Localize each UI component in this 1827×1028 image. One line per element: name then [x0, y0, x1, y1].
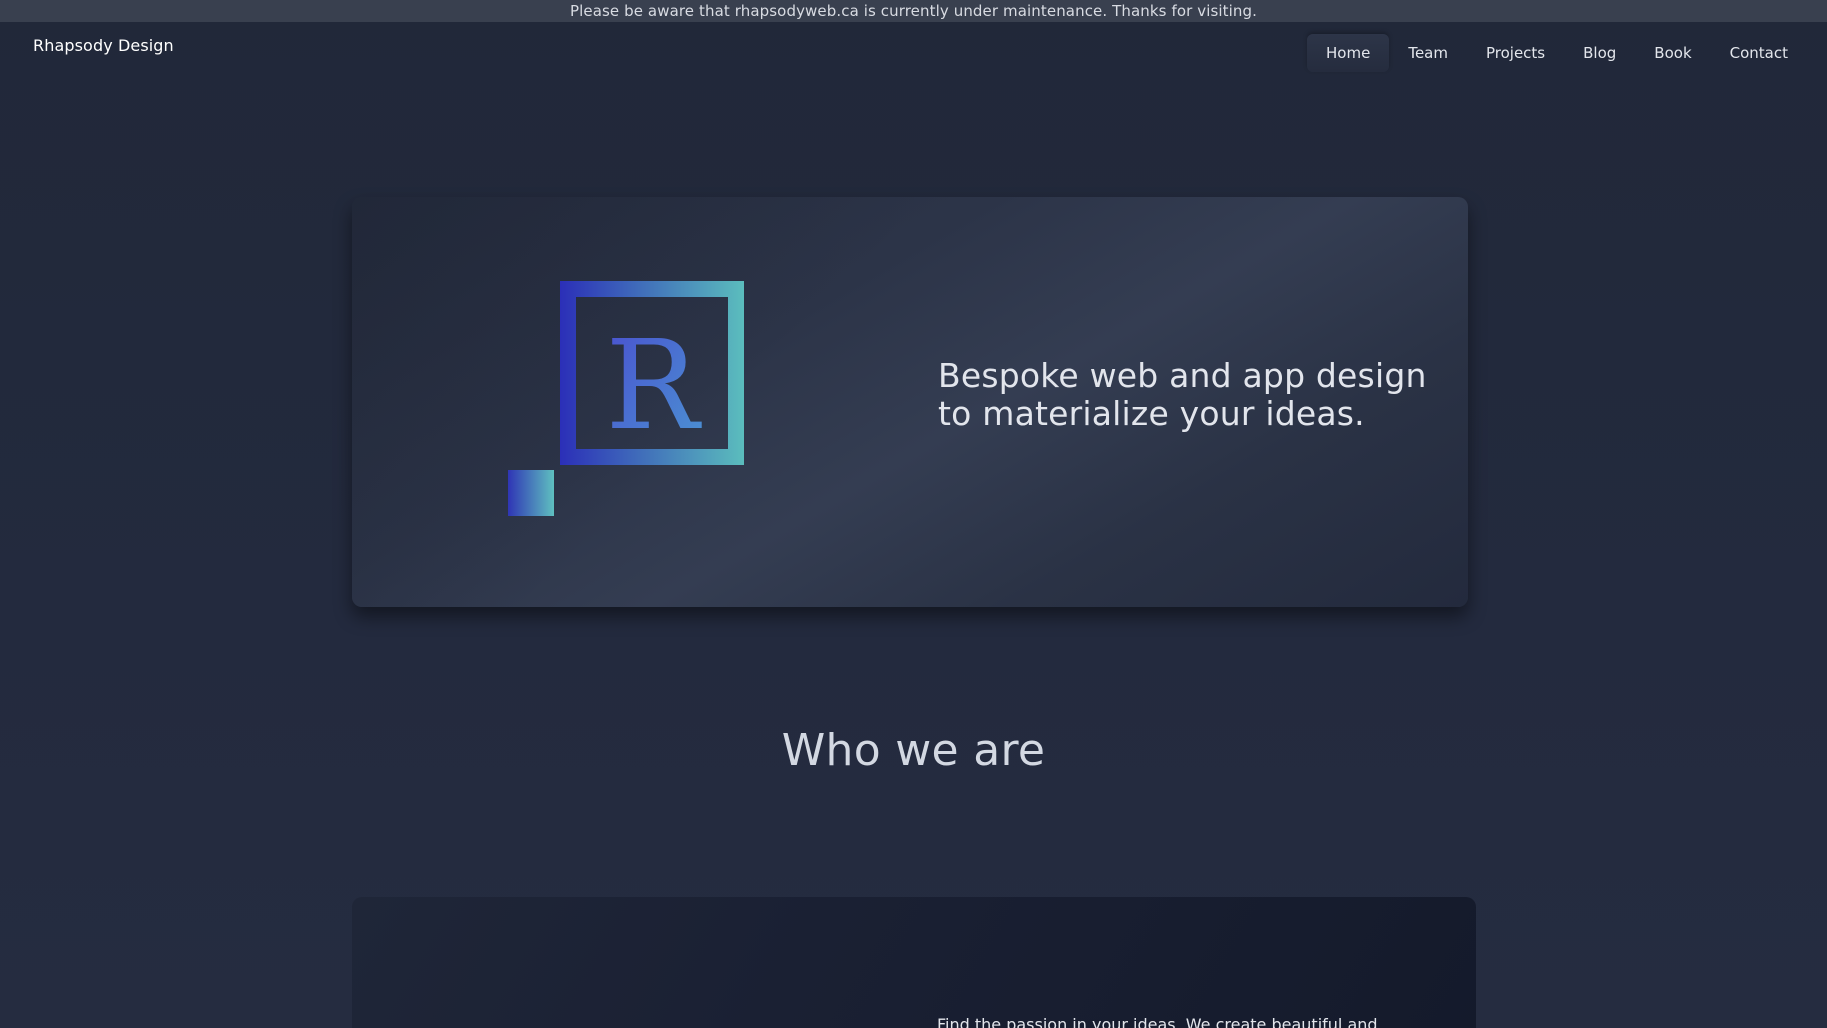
hero-tagline: Bespoke web and app design to materializ…	[938, 357, 1438, 433]
hero-tagline-line2: to materialize your ideas.	[938, 394, 1365, 433]
hero-card: R Bespoke web and app design to material…	[352, 197, 1468, 607]
rhapsody-r-logo-icon: R	[508, 281, 748, 521]
logo-letter: R	[605, 314, 702, 458]
nav-item-projects[interactable]: Projects	[1467, 34, 1564, 72]
brand-logo-link[interactable]: Rhapsody Design	[33, 36, 174, 55]
main-nav: Home Team Projects Blog Book Contact	[1307, 34, 1807, 72]
maintenance-banner: Please be aware that rhapsodyweb.ca is c…	[0, 0, 1827, 22]
nav-item-contact[interactable]: Contact	[1711, 34, 1807, 72]
hero-tagline-line1: Bespoke web and app design	[938, 356, 1427, 395]
about-text: Find the passion in your ideas. We creat…	[937, 1015, 1378, 1028]
nav-item-team[interactable]: Team	[1389, 34, 1467, 72]
maintenance-banner-text: Please be aware that rhapsodyweb.ca is c…	[569, 2, 1258, 20]
page: Please be aware that rhapsodyweb.ca is c…	[0, 0, 1827, 1028]
logo-small-square	[508, 470, 554, 516]
who-we-are-heading: Who we are	[781, 725, 1046, 776]
nav-item-book[interactable]: Book	[1635, 34, 1710, 72]
nav-item-home[interactable]: Home	[1307, 34, 1390, 72]
about-card: Find the passion in your ideas. We creat…	[352, 897, 1476, 1028]
nav-item-blog[interactable]: Blog	[1564, 34, 1635, 72]
logo-svg: R	[508, 281, 744, 516]
